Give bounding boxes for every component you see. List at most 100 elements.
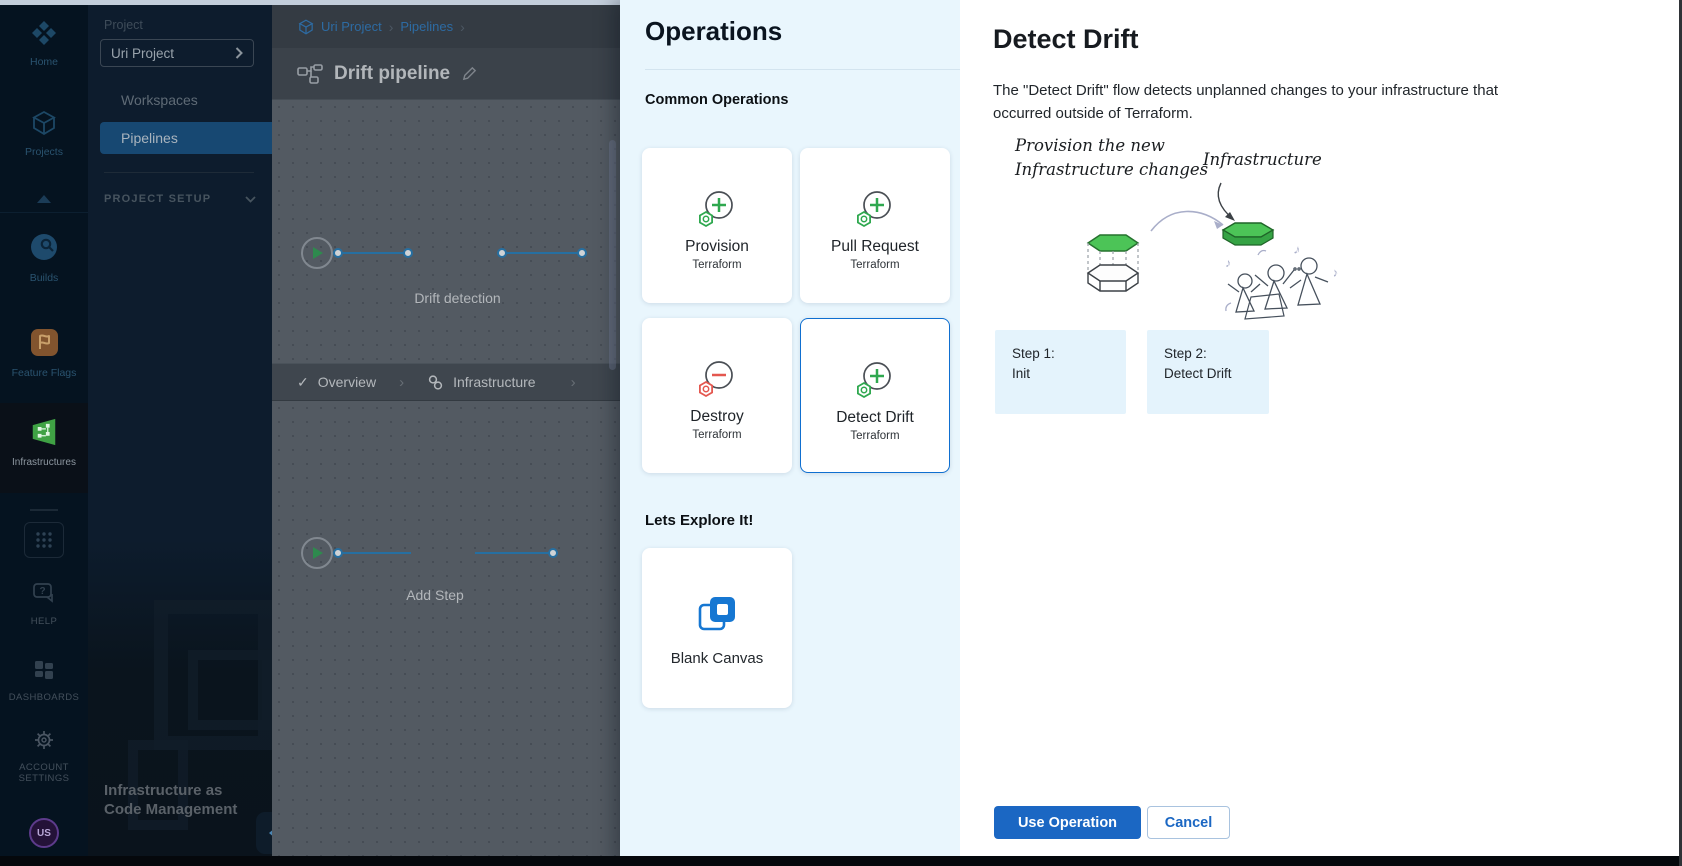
music-note: ♪ — [1331, 265, 1340, 280]
nav-help[interactable]: ? HELP — [0, 580, 88, 627]
node-port[interactable] — [333, 248, 343, 258]
window-top-edge — [0, 0, 620, 5]
breadcrumb-separator: › — [460, 19, 465, 35]
operations-drawer: Operations Common Operations Provision T… — [620, 0, 960, 866]
infrastructure-icon — [29, 417, 59, 447]
play-icon — [311, 246, 324, 260]
card-title: Pull Request — [831, 238, 919, 256]
avatar-initials: US — [37, 828, 51, 839]
pipeline-icon — [297, 64, 323, 84]
operation-card-pull-request[interactable]: Pull Request Terraform — [800, 148, 950, 303]
edit-pencil-icon[interactable] — [461, 65, 478, 82]
terraform-plus-icon — [694, 184, 740, 234]
execution-canvas[interactable]: + Add Step — [272, 401, 620, 856]
sidebar-item-workspaces[interactable]: Workspaces — [100, 84, 272, 116]
use-operation-button[interactable]: Use Operation — [994, 806, 1141, 839]
chevron-right-icon: › — [385, 374, 418, 391]
sidebar-item-pipelines[interactable]: Pipelines — [100, 122, 272, 154]
nav-builds[interactable]: Builds — [0, 232, 88, 284]
edge-connector — [475, 552, 556, 554]
pipeline-editor: Uri Project › Pipelines › Drift pipeline… — [272, 0, 620, 866]
project-selector-value: Uri Project — [111, 46, 174, 61]
add-step-label: Add Step — [380, 587, 490, 603]
rail-collapse-triangle-icon[interactable] — [36, 194, 52, 204]
step1-line1: Step 1: — [1012, 346, 1055, 361]
project-section-label: Project — [104, 18, 143, 32]
tab-overview[interactable]: Overview — [318, 374, 376, 390]
card-subtitle: Terraform — [692, 429, 741, 441]
module-switcher-button[interactable] — [24, 522, 64, 558]
cube-icon — [31, 110, 57, 136]
nav-feature-flags[interactable]: Feature Flags — [0, 328, 88, 379]
step-box-1: Step 1: Init — [995, 330, 1126, 414]
nav-infrastructures-label: Infrastructures — [0, 457, 88, 468]
node-port[interactable] — [403, 248, 413, 258]
operation-card-provision[interactable]: Provision Terraform — [642, 148, 792, 303]
nav-projects[interactable]: Projects — [0, 110, 88, 158]
nav-account-settings[interactable]: ACCOUNT SETTINGS — [0, 728, 88, 784]
music-note: ♪ — [1292, 241, 1302, 257]
cancel-button[interactable]: Cancel — [1147, 806, 1230, 839]
window-bottom-edge — [0, 856, 1682, 866]
builds-icon — [29, 232, 59, 262]
chevron-down-icon — [245, 196, 256, 203]
chevron-right-icon: › — [545, 374, 590, 391]
card-title: Detect Drift — [836, 409, 914, 427]
pipelines-label: Pipelines — [121, 130, 178, 146]
stage-tab-bar: ✓ Overview › Infrastructure › — [272, 363, 620, 401]
gear-icon — [32, 728, 56, 752]
step2-line2: Detect Drift — [1164, 366, 1232, 381]
nav-dashboards[interactable]: DASHBOARDS — [0, 658, 88, 703]
infrastructure-tab-icon — [427, 374, 444, 391]
play-icon — [311, 546, 324, 560]
node-port[interactable] — [548, 548, 558, 558]
nav-projects-label: Projects — [0, 146, 88, 158]
svg-text:?: ? — [39, 586, 45, 597]
canvas-scrollbar[interactable] — [609, 140, 616, 370]
user-avatar[interactable]: US — [29, 818, 59, 848]
rail-divider — [0, 212, 88, 213]
node-port[interactable] — [577, 248, 587, 258]
nav-account-settings-label: ACCOUNT SETTINGS — [0, 762, 88, 784]
sidebar-collapse-button[interactable] — [256, 812, 272, 854]
module-nav-rail: Home Projects Builds Feature Flags Infra… — [0, 0, 88, 866]
help-chat-icon: ? — [31, 580, 57, 606]
explore-heading: Lets Explore It! — [645, 512, 753, 529]
nav-builds-label: Builds — [0, 272, 88, 284]
nav-home[interactable]: Home — [0, 20, 88, 68]
home-icon — [31, 20, 57, 46]
breadcrumb-pipelines-link[interactable]: Pipelines — [400, 19, 453, 34]
execution-start-node[interactable] — [301, 537, 333, 569]
nav-feature-flags-label: Feature Flags — [0, 367, 88, 379]
sidebar-divider — [104, 172, 254, 173]
pipeline-title-bar: Drift pipeline — [272, 48, 620, 100]
operation-card-destroy[interactable]: Destroy Terraform — [642, 318, 792, 473]
music-note: ♪ — [1225, 256, 1231, 270]
drawer-title: Operations — [645, 16, 782, 47]
detail-description: The "Detect Drift" flow detects unplanne… — [993, 80, 1541, 125]
flag-icon — [30, 328, 59, 357]
project-setup-label: PROJECT SETUP — [104, 193, 211, 205]
stage-start-node[interactable] — [301, 237, 333, 269]
node-port[interactable] — [497, 248, 507, 258]
pipeline-title: Drift pipeline — [334, 63, 450, 85]
card-title: Destroy — [690, 408, 743, 426]
stage-canvas[interactable]: </> Drift detection — [272, 100, 620, 363]
rail-divider — [30, 509, 58, 511]
project-selector[interactable]: Uri Project — [100, 39, 254, 67]
node-port[interactable] — [333, 548, 343, 558]
detail-title: Detect Drift — [993, 24, 1139, 55]
operation-card-blank-canvas[interactable]: Blank Canvas — [642, 548, 792, 708]
step-box-2: Step 2: Detect Drift — [1147, 330, 1269, 414]
project-setup-section[interactable]: PROJECT SETUP — [104, 193, 256, 205]
nav-dashboards-label: DASHBOARDS — [0, 692, 88, 703]
nav-infrastructures[interactable]: Infrastructures — [0, 403, 88, 493]
detect-drift-detail-panel: Detect Drift The "Detect Drift" flow det… — [960, 0, 1682, 866]
operation-card-detect-drift[interactable]: Detect Drift Terraform — [800, 318, 950, 473]
breadcrumb-project-link[interactable]: Uri Project — [321, 19, 382, 34]
nav-home-label: Home — [0, 56, 88, 68]
tab-infrastructure[interactable]: Infrastructure — [453, 374, 535, 390]
terraform-plus-icon — [852, 355, 898, 405]
edge-connector — [342, 252, 407, 254]
module-title: Infrastructure as Code Management — [104, 781, 259, 819]
